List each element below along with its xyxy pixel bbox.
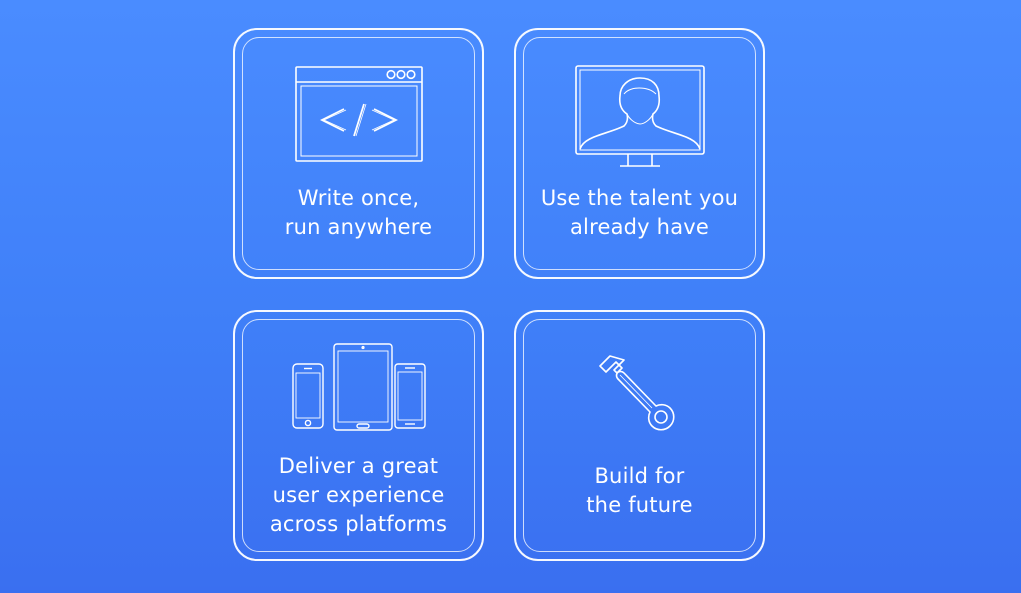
card-caption: Use the talent you already have — [540, 186, 739, 239]
phone-icon — [291, 363, 324, 429]
card-caption: Build for the future — [586, 464, 693, 517]
code-window-icon — [294, 66, 423, 162]
feature-card-write-once: Write once, run anywhere — [233, 28, 484, 279]
tablet-icon — [332, 343, 393, 431]
card-caption: Write once, run anywhere — [284, 186, 433, 239]
developer-monitor-icon — [574, 65, 705, 167]
feature-card-use-talent: Use the talent you already have — [514, 28, 765, 279]
devices-icon — [291, 343, 426, 431]
feature-card-user-experience: Deliver a great user experience across p… — [233, 310, 484, 561]
android-phone-icon — [393, 363, 426, 429]
feature-card-build-future: Build for the future — [514, 310, 765, 561]
card-caption: Deliver a great user experience across p… — [269, 454, 448, 536]
wrench-icon — [598, 355, 675, 431]
